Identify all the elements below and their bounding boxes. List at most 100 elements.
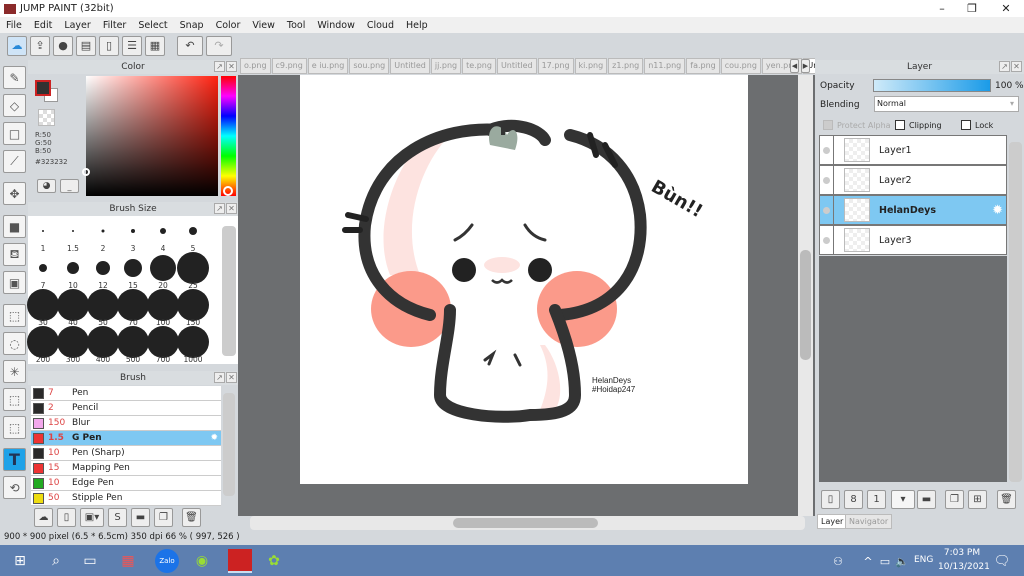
line-tool-icon[interactable]: ⟋ bbox=[3, 150, 26, 173]
brush-size-option[interactable]: 10 bbox=[58, 253, 88, 290]
brush-size-option[interactable]: 1000 bbox=[177, 326, 209, 364]
menu-window[interactable]: Window bbox=[311, 20, 360, 31]
brush-size-option[interactable]: 4 bbox=[148, 216, 178, 253]
move-tool-icon[interactable]: ✥ bbox=[3, 182, 26, 205]
share-icon[interactable]: ⇪ bbox=[30, 35, 50, 56]
visibility-icon[interactable] bbox=[820, 166, 834, 194]
document-tab[interactable]: Untitled bbox=[496, 58, 537, 74]
brush-item[interactable]: 10 Edge Pen bbox=[31, 476, 221, 491]
tab-scroll-left-icon[interactable]: ◀ bbox=[790, 59, 799, 73]
saturation-value-picker[interactable] bbox=[82, 76, 218, 196]
page-icon[interactable]: ▯ bbox=[99, 35, 119, 56]
minimize-button[interactable]: – bbox=[926, 0, 958, 17]
menu-snap[interactable]: Snap bbox=[174, 20, 210, 31]
shape-tool-icon[interactable]: □ bbox=[3, 122, 26, 145]
volume-icon[interactable]: 🔈 bbox=[890, 549, 914, 573]
people-icon[interactable]: ⚇ bbox=[826, 549, 850, 573]
menu-tool[interactable]: Tool bbox=[281, 20, 311, 31]
document-tab[interactable]: c9.png bbox=[271, 58, 307, 74]
brush-item[interactable]: 15 Mapping Pen bbox=[31, 461, 221, 476]
layer-type-dropdown-icon[interactable]: ▾ bbox=[891, 490, 915, 509]
document-tab[interactable]: o.png bbox=[240, 58, 271, 74]
brush-item[interactable]: 2 Pencil bbox=[31, 401, 221, 416]
layer-row[interactable]: HelanDeys ✹ bbox=[819, 195, 1007, 225]
magic-wand-tool-icon[interactable]: ✳ bbox=[3, 360, 26, 383]
settings-gear-icon[interactable]: ✹ bbox=[992, 203, 1003, 218]
document-tab[interactable]: ki.png bbox=[574, 58, 608, 74]
menu-layer[interactable]: Layer bbox=[58, 20, 97, 31]
brush-item[interactable]: 7 Pen bbox=[31, 386, 221, 401]
brush-size-option[interactable]: 40 bbox=[57, 289, 89, 327]
brush-size-option[interactable]: 1.5 bbox=[58, 216, 88, 253]
brush-list-scrollbar[interactable] bbox=[223, 393, 235, 496]
close-panel-icon[interactable]: ✕ bbox=[1011, 61, 1022, 72]
redo-icon[interactable]: ↷ bbox=[206, 35, 232, 56]
brush-size-option[interactable]: 12 bbox=[88, 253, 118, 290]
brush-size-option[interactable]: 20 bbox=[148, 253, 178, 290]
brush-size-option[interactable]: 30 bbox=[27, 289, 59, 327]
brush-size-option[interactable]: 7 bbox=[28, 253, 58, 290]
fill-rect-tool-icon[interactable]: ■ bbox=[3, 215, 26, 238]
transparent-color-swatch[interactable] bbox=[38, 109, 55, 126]
rect-select-tool-icon[interactable]: ⬚ bbox=[3, 304, 26, 327]
comment-icon[interactable]: ▤ bbox=[76, 35, 96, 56]
menu-cloud[interactable]: Cloud bbox=[361, 20, 400, 31]
clipping-checkbox[interactable] bbox=[895, 120, 905, 130]
eraser-tool-icon[interactable]: ◇ bbox=[3, 94, 26, 117]
lock-checkbox[interactable] bbox=[961, 120, 971, 130]
brush-size-option[interactable]: 50 bbox=[87, 289, 119, 327]
new-8bit-layer-icon[interactable]: 8 bbox=[844, 490, 863, 509]
document-tab[interactable]: sou.png bbox=[349, 58, 390, 74]
brush-size-option[interactable]: 1 bbox=[28, 216, 58, 253]
search-icon[interactable]: ⌕ bbox=[44, 549, 68, 573]
drawing-canvas[interactable]: Bùn!! HelanDeys #Hoidap247 bbox=[300, 75, 748, 484]
merge-layer-icon[interactable]: ⊞ bbox=[968, 490, 987, 509]
brush-item[interactable]: 1.5 G Pen ✹ bbox=[31, 431, 221, 446]
brush-size-option[interactable]: 2 bbox=[88, 216, 118, 253]
visibility-icon[interactable] bbox=[820, 196, 834, 224]
clock-time[interactable]: 7:03 PM bbox=[942, 548, 982, 558]
brush-folder-icon[interactable]: ▬ bbox=[131, 508, 150, 527]
close-panel-icon[interactable]: ✕ bbox=[226, 61, 237, 72]
undock-icon[interactable]: ↗ bbox=[214, 203, 225, 214]
gradient-tool-icon[interactable]: ▣ bbox=[3, 271, 26, 294]
undo-icon[interactable]: ↶ bbox=[177, 35, 203, 56]
document-tab[interactable]: jj.png bbox=[430, 58, 462, 74]
brush-size-option[interactable]: 700 bbox=[147, 326, 179, 364]
app-icon-green[interactable]: ✿ bbox=[262, 549, 286, 573]
hue-slider[interactable] bbox=[221, 76, 236, 196]
tab-layer[interactable]: Layer bbox=[817, 514, 848, 529]
brush-type-dropdown-icon[interactable]: ▣▾ bbox=[80, 508, 104, 527]
maximize-button[interactable]: ❐ bbox=[956, 0, 988, 17]
brush-size-option[interactable]: 200 bbox=[27, 326, 59, 364]
duplicate-brush-icon[interactable]: ❐ bbox=[154, 508, 173, 527]
brush-item[interactable]: 50 Stipple Pen bbox=[31, 491, 221, 506]
opacity-slider[interactable] bbox=[873, 79, 991, 92]
panels-icon[interactable]: ▦ bbox=[145, 35, 165, 56]
cloud-icon[interactable]: ☁ bbox=[7, 35, 27, 56]
brush-item[interactable]: 10 Pen (Sharp) bbox=[31, 446, 221, 461]
foreground-color-swatch[interactable] bbox=[35, 80, 51, 96]
menu-color[interactable]: Color bbox=[210, 20, 247, 31]
new-brush-icon[interactable]: ▯ bbox=[57, 508, 76, 527]
close-panel-icon[interactable]: ✕ bbox=[226, 372, 237, 383]
coccoc-icon[interactable]: ◉ bbox=[190, 549, 214, 573]
menu-filter[interactable]: Filter bbox=[97, 20, 133, 31]
close-panel-icon[interactable]: ✕ bbox=[226, 203, 237, 214]
select-pen-tool-icon[interactable]: ⬚ bbox=[3, 388, 26, 411]
layer-row[interactable]: Layer1 bbox=[819, 135, 1007, 165]
layer-row[interactable]: Layer2 bbox=[819, 165, 1007, 195]
protect-alpha-checkbox[interactable] bbox=[823, 120, 833, 130]
brush-size-option[interactable]: 300 bbox=[57, 326, 89, 364]
brush-tool-icon[interactable]: ✎ bbox=[3, 66, 26, 89]
text-tool-icon[interactable]: T bbox=[3, 448, 26, 471]
undock-icon[interactable]: ↗ bbox=[214, 61, 225, 72]
brush-size-option[interactable]: 500 bbox=[117, 326, 149, 364]
brush-size-option[interactable]: 100 bbox=[147, 289, 179, 327]
lasso-tool-icon[interactable]: ◌ bbox=[3, 332, 26, 355]
eyedropper-button[interactable]: _ bbox=[60, 179, 79, 193]
layer-folder-icon[interactable]: ▬ bbox=[917, 490, 936, 509]
menu-help[interactable]: Help bbox=[400, 20, 434, 31]
layer-row[interactable]: Layer3 bbox=[819, 225, 1007, 255]
palette-button[interactable]: ◕ bbox=[37, 179, 56, 193]
